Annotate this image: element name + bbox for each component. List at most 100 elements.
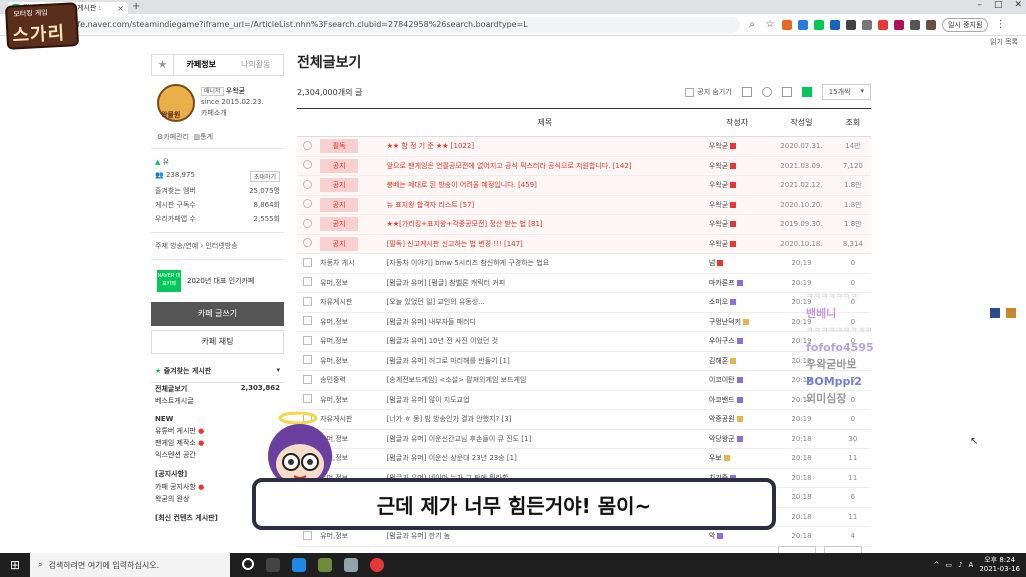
- tab-cafe-info[interactable]: 카페정보: [174, 55, 229, 75]
- menu-dots-icon[interactable]: ⋮: [994, 19, 1006, 30]
- table-row[interactable]: 유머,정보 [펌글과 유머] 10년 전 사진 이었던 것 우아구스 20:19 0: [297, 331, 871, 352]
- post-author[interactable]: 우왁굳: [709, 162, 728, 170]
- post-author[interactable]: 우보: [709, 454, 722, 462]
- close-tab-icon[interactable]: ×: [117, 4, 124, 13]
- invite-button[interactable]: 초대하기: [249, 171, 280, 182]
- cafe-chat-button[interactable]: 카페 채팅: [151, 330, 284, 354]
- cortana-icon[interactable]: [242, 558, 254, 570]
- row-checkbox[interactable]: [302, 316, 312, 326]
- profile-avatar-icon[interactable]: [926, 19, 936, 30]
- edge-icon[interactable]: [292, 558, 306, 572]
- post-author[interactable]: 우아구스: [709, 337, 735, 345]
- post-title[interactable]: [펌글과 유머] [펌글] 참벨론 캐릭터 커피: [383, 273, 706, 293]
- grid-view-icon[interactable]: [781, 87, 792, 97]
- zoom-icon[interactable]: ⌕: [746, 19, 758, 30]
- extension-icon[interactable]: [846, 19, 856, 30]
- minecraft-icon[interactable]: [318, 558, 332, 572]
- notice-row[interactable]: 필독 ★★ 함 정 기 준 ★★ [1022] 우왁굳 2020.07.31. 14만: [297, 136, 871, 157]
- windows-start-icon[interactable]: ⊞: [0, 558, 30, 572]
- card-view-icon[interactable]: [801, 87, 812, 97]
- post-author[interactable]: 구멍난덕키: [709, 318, 741, 326]
- notice-row[interactable]: 공지 뉴 표지왕 합격자 리스트 [57] 우왁굳 2020.10.20. 1.8만: [297, 195, 871, 215]
- post-title[interactable]: [너가 ㅎ 몽] 밤 방송인가 결과 안했지? [3]: [383, 409, 706, 430]
- table-row[interactable]: 유머,정보 [펌글과 유머] 내부자들 패러디 구멍난덕키 20:19 0: [297, 312, 871, 332]
- bookmark-star-icon[interactable]: ☆: [764, 19, 776, 30]
- extension-icon[interactable]: [894, 19, 904, 30]
- post-author[interactable]: 우왁굳: [709, 142, 728, 150]
- post-author[interactable]: 우왁굳: [709, 201, 728, 209]
- table-row[interactable]: 유머,정보 [펌글과 유머] 많이 지도교업 아코밴드 20:19 0: [297, 390, 871, 410]
- post-board[interactable]: 유머,정보: [317, 312, 384, 332]
- post-title[interactable]: 봉베는 제대로 된 방송이 어려울 예정입니다. [459]: [383, 175, 706, 196]
- per-page-select[interactable]: 15개씩 ▾: [821, 84, 871, 100]
- post-author[interactable]: 우왁굳: [709, 220, 728, 228]
- post-title[interactable]: ★★ 함 정 기 준 ★★ [1022]: [383, 136, 706, 157]
- next-page-button[interactable]: [824, 546, 862, 553]
- taskbar-search[interactable]: ⌕ 검색하려면 여기에 입력하십시오.: [30, 553, 230, 577]
- post-title[interactable]: [펌글과 유머] 허그로 마리해를 반들기 [1]: [383, 351, 706, 371]
- post-author[interactable]: 악: [709, 532, 715, 540]
- post-title[interactable]: [펌글과 유머] 내부자들 패러디: [383, 312, 706, 332]
- table-row[interactable]: 자유게시판 [너가 ㅎ 몽] 밤 방송인가 결과 안했지? [3] 악중공원 20:1…: [297, 409, 871, 430]
- post-author[interactable]: 넘: [709, 259, 715, 267]
- notice-row[interactable]: 공지 봉베는 제대로 된 방송이 어려울 예정입니다. [459] 우왁굳 2021.…: [297, 175, 871, 196]
- post-title[interactable]: [필독] 신고게시판 신고하는 법 변경 !!! [147]: [383, 234, 706, 254]
- table-row[interactable]: 유머,정보 [펌글과 유머] 허그로 마리해를 반들기 [1] 김해훈 20:19 0: [297, 351, 871, 371]
- close-window-icon[interactable]: ✕: [1014, 0, 1022, 10]
- manager-nickname[interactable]: 우왁굳: [226, 87, 245, 95]
- row-checkbox[interactable]: [302, 374, 312, 384]
- post-board[interactable]: 자동차 게시: [317, 253, 384, 274]
- notice-row[interactable]: 공지 앞으로 팬게임은 언팔공모전에 없어지고 공식 픽스터라 공식으로 지원합니…: [297, 156, 871, 176]
- ime-icon[interactable]: A: [969, 561, 974, 569]
- notice-row[interactable]: 공지 ★★[가리킹+표지왕+각종공모전] 정산 받는 법 [81] 우왁굳 2019.…: [297, 214, 871, 235]
- extension-icon[interactable]: [814, 19, 824, 30]
- volume-icon[interactable]: ♪: [958, 561, 962, 569]
- maximize-icon[interactable]: □: [994, 0, 1003, 10]
- post-author[interactable]: 악당왕군: [709, 435, 735, 443]
- puzzle-icon[interactable]: [910, 19, 920, 30]
- post-title[interactable]: [오늘 있었던 일] 교인의 유동성...: [383, 292, 706, 313]
- row-checkbox[interactable]: [302, 530, 312, 540]
- post-board[interactable]: 자유게시판: [317, 292, 384, 313]
- post-board[interactable]: 송민중력: [317, 370, 384, 391]
- post-board[interactable]: 유머,정보: [317, 351, 384, 371]
- hide-notice-toggle[interactable]: 공지 숨기기: [685, 87, 732, 97]
- tab-my-activity[interactable]: 나의활동: [229, 55, 284, 75]
- post-title[interactable]: [펌글과 유머] 이운신간교님 후손들이 큐 진도 [1]: [383, 429, 706, 449]
- post-author[interactable]: 마카론프: [709, 279, 735, 287]
- row-checkbox[interactable]: [302, 394, 312, 404]
- reading-list-link[interactable]: 읽기 목록: [990, 37, 1018, 47]
- table-row[interactable]: 자유게시판 [오늘 있었던 일] 교인의 유동성... 소미오 20:19 0: [297, 292, 871, 313]
- play-view-icon[interactable]: [761, 87, 772, 97]
- write-post-button[interactable]: 카페 글쓰기: [151, 302, 284, 326]
- post-title[interactable]: [송게전보드게임] <소설> 팔져의게임 보드게임: [383, 370, 706, 391]
- row-checkbox[interactable]: [302, 296, 312, 306]
- row-checkbox[interactable]: [302, 277, 312, 287]
- post-author[interactable]: 김해훈: [709, 357, 728, 365]
- network-icon[interactable]: ▭: [945, 561, 952, 569]
- post-author[interactable]: 악중공원: [709, 415, 735, 423]
- post-author[interactable]: 우왁굳: [709, 240, 728, 248]
- post-author[interactable]: 아코밴드: [709, 396, 735, 404]
- notice-row[interactable]: 공지 [필독] 신고게시판 신고하는 법 변경 !!! [147] 우왁굳 2020.…: [297, 234, 871, 254]
- extension-icon[interactable]: [830, 19, 840, 30]
- star-icon[interactable]: ★: [152, 55, 174, 75]
- post-author[interactable]: 우왁굳: [709, 181, 728, 189]
- post-title[interactable]: [자동차 이야기] bmw 5시리즈 참신하게 구경하는 법요: [383, 253, 706, 274]
- cafe-avatar[interactable]: 왁물원: [157, 84, 195, 122]
- table-row[interactable]: 유머,정보 [펌글과 유머] 이운신 상운대 23년 23승 [1] 우보 20:18…: [297, 448, 871, 469]
- post-title[interactable]: [펌글과 유머] 많이 지도교업: [383, 390, 706, 410]
- members-count[interactable]: 238,975: [166, 171, 195, 179]
- row-checkbox[interactable]: [302, 335, 312, 345]
- extension-icon[interactable]: [878, 19, 888, 30]
- post-board[interactable]: 유머,정보: [317, 390, 384, 410]
- post-title[interactable]: [펌글과 유머] 10년 전 사진 이었던 것: [383, 331, 706, 352]
- post-title[interactable]: [펌글과 유머] 이운신 상운대 23년 23승 [1]: [383, 448, 706, 469]
- post-title[interactable]: 앞으로 팬게임은 언팔공모전에 없어지고 공식 픽스터라 공식으로 지원합니다.…: [383, 156, 706, 176]
- list-view-icon[interactable]: [741, 87, 752, 97]
- post-board[interactable]: 유머,정보: [317, 273, 384, 293]
- board-item-best[interactable]: 베스트게시글: [151, 395, 284, 407]
- table-row[interactable]: 유머,정보 [펌글과 유머] 이운신간교님 후손들이 큐 진도 [1] 악당왕군 20…: [297, 429, 871, 449]
- system-clock[interactable]: 오후 8:24 2021-03-16: [979, 556, 1020, 574]
- favorite-boards-header[interactable]: ★ 즐겨찾는 게시판 ▾: [151, 360, 284, 383]
